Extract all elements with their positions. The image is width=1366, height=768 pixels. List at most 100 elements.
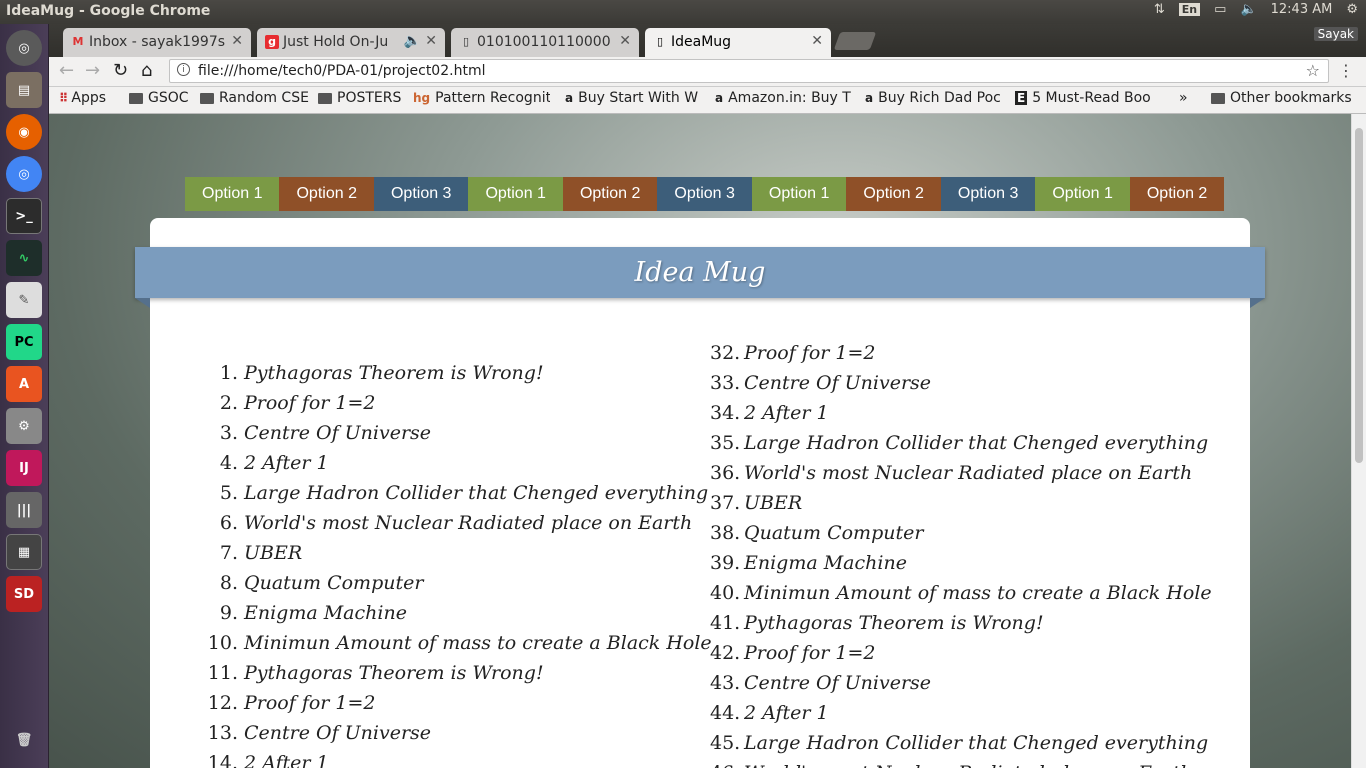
- bookmark-star-icon[interactable]: ☆: [1306, 61, 1320, 80]
- list-item-number: 42.: [710, 642, 741, 664]
- idea-list-right: 32. Proof for 1=2 33. Centre Of Universe 34.…: [710, 338, 1212, 768]
- bookmark-gsoc[interactable]: GSOC: [129, 90, 189, 106]
- tab-label: Just Hold On-Ju: [283, 34, 389, 50]
- bookmarks-bar: ⠿ Apps GSOC Random CSE POSTERS hg Pattern …: [49, 87, 1366, 114]
- nav-option-2[interactable]: Option 2: [279, 177, 374, 211]
- tab-just-hold-on[interactable]: g Just Hold On-Ju 🔈 ✕: [257, 28, 445, 57]
- nav-option-3[interactable]: Option 3: [373, 177, 469, 211]
- bookmark-start-with-why[interactable]: a Buy Start With W: [565, 90, 702, 106]
- sd-card-icon[interactable]: SD: [6, 576, 42, 612]
- browser-chrome: M Inbox - sayak1997s ✕ g Just Hold On-Ju…: [49, 24, 1366, 114]
- list-item-number: 8.: [219, 572, 238, 594]
- bookmark-amazon[interactable]: a Amazon.in: Buy T: [715, 90, 852, 106]
- vertical-scrollbar[interactable]: [1351, 114, 1366, 768]
- list-item-number: 7.: [219, 542, 238, 564]
- profile-button[interactable]: Sayak: [1313, 27, 1358, 41]
- terminal-icon[interactable]: >_: [6, 198, 42, 234]
- list-item: 45. Large Hadron Collider that Chenged ev…: [710, 728, 1212, 758]
- bookmark-random-cse[interactable]: Random CSE: [200, 90, 309, 106]
- bookmark-must-read[interactable]: E 5 Must-Read Boo: [1015, 90, 1153, 106]
- banner-fold-left: [135, 298, 150, 308]
- settings-gear-icon[interactable]: ⚙: [1346, 2, 1358, 17]
- tab-ideamug[interactable]: ▯ IdeaMug ✕: [645, 28, 831, 57]
- bookmark-posters[interactable]: POSTERS: [318, 90, 401, 106]
- address-bar[interactable]: i file:///home/tech0/PDA-01/project02.ht…: [169, 59, 1329, 83]
- info-icon[interactable]: i: [177, 63, 190, 76]
- list-item-number: 34.: [710, 402, 741, 424]
- bookmark-label: Buy Rich Dad Poc: [878, 90, 1001, 106]
- close-tab-icon[interactable]: ✕: [619, 33, 631, 49]
- dash-home-icon[interactable]: ◎: [6, 30, 42, 66]
- system-tray: ⇅ En ▭ 🔈 12:43 AM ⚙: [1154, 2, 1358, 17]
- clock[interactable]: 12:43 AM: [1271, 2, 1333, 17]
- scrollbar-thumb[interactable]: [1355, 128, 1363, 463]
- list-item-text: Minimun Amount of mass to create a Black…: [244, 632, 712, 654]
- nav-option-1[interactable]: Option 1: [185, 177, 280, 211]
- list-item-text: 2 After 1: [244, 452, 329, 474]
- system-monitor-icon[interactable]: ∿: [6, 240, 42, 276]
- reload-icon[interactable]: ↻: [113, 61, 128, 81]
- tab-label: 010100110110000: [477, 34, 611, 50]
- list-item-text: UBER: [744, 492, 803, 514]
- mixer-icon[interactable]: |||: [6, 492, 42, 528]
- battery-icon[interactable]: ▭: [1214, 2, 1226, 17]
- list-item-text: Pythagoras Theorem is Wrong!: [244, 362, 544, 384]
- intellij-icon[interactable]: IJ: [6, 450, 42, 486]
- nav-option-3[interactable]: Option 3: [940, 177, 1036, 211]
- bookmark-apps[interactable]: ⠿ Apps: [59, 90, 106, 106]
- files-icon[interactable]: ▤: [6, 72, 42, 108]
- bookmark-rich-dad[interactable]: a Buy Rich Dad Poc: [865, 90, 1002, 106]
- amazon-icon: a: [865, 91, 874, 105]
- list-item: 6. World's most Nuclear Radiated place on…: [200, 508, 712, 538]
- list-item-number: 43.: [710, 672, 741, 694]
- list-item-number: 6.: [219, 512, 238, 534]
- volume-icon[interactable]: 🔈: [1240, 2, 1256, 17]
- back-arrow-icon[interactable]: ←: [59, 61, 74, 81]
- bookmark-label: Pattern Recognit: [435, 90, 550, 106]
- chrome-icon[interactable]: ◎: [6, 156, 42, 192]
- tab-inbox[interactable]: M Inbox - sayak1997s ✕: [63, 28, 251, 57]
- list-item: 39. Enigma Machine: [710, 548, 1212, 578]
- keyboard-language-indicator[interactable]: En: [1178, 3, 1201, 16]
- new-tab-button[interactable]: [833, 32, 877, 50]
- software-center-icon[interactable]: A: [6, 366, 42, 402]
- list-item-text: Proof for 1=2: [744, 342, 876, 364]
- nav-option-2[interactable]: Option 2: [562, 177, 658, 211]
- nav-option-3[interactable]: Option 3: [657, 177, 752, 211]
- list-item-text: Enigma Machine: [244, 602, 407, 624]
- pycharm-icon[interactable]: PC: [6, 324, 42, 360]
- nav-option-2[interactable]: Option 2: [1129, 177, 1225, 211]
- workspace-switcher-icon[interactable]: ▦: [6, 534, 42, 570]
- bookmark-pattern-recognition[interactable]: hg Pattern Recognit: [413, 90, 550, 106]
- list-item: 40. Minimun Amount of mass to create a Bl…: [710, 578, 1212, 608]
- list-item-number: 5.: [219, 482, 238, 504]
- list-item-number: 2.: [219, 392, 238, 414]
- list-item: 13. Centre Of Universe: [200, 718, 712, 748]
- list-item-number: 39.: [710, 552, 741, 574]
- forward-arrow-icon[interactable]: →: [85, 61, 100, 81]
- apps-grid-icon: ⠿: [59, 91, 68, 105]
- nav-option-2[interactable]: Option 2: [846, 177, 941, 211]
- firefox-icon[interactable]: ◉: [6, 114, 42, 150]
- list-item-text: World's most Nuclear Radiated place on E…: [744, 762, 1192, 768]
- text-editor-icon[interactable]: ✎: [6, 282, 42, 318]
- list-item-text: Large Hadron Collider that Chenged every…: [244, 482, 709, 504]
- system-settings-icon[interactable]: ⚙: [6, 408, 42, 444]
- audio-playing-icon[interactable]: 🔈: [404, 33, 421, 49]
- home-icon[interactable]: ⌂: [141, 61, 152, 81]
- nav-option-1[interactable]: Option 1: [1035, 177, 1130, 211]
- nav-option-1[interactable]: Option 1: [468, 177, 563, 211]
- bookmark-label: Random CSE: [219, 90, 309, 106]
- list-item-number: 40.: [710, 582, 741, 604]
- trash-icon[interactable]: 🗑: [6, 722, 42, 758]
- close-tab-icon[interactable]: ✕: [425, 33, 437, 49]
- tab-binary[interactable]: ▯ 010100110110000 ✕: [451, 28, 639, 57]
- chrome-menu-icon[interactable]: ⋮: [1338, 61, 1354, 80]
- close-tab-icon[interactable]: ✕: [811, 33, 823, 49]
- nav-option-1[interactable]: Option 1: [751, 177, 847, 211]
- list-item-text: Centre Of Universe: [244, 722, 432, 744]
- close-tab-icon[interactable]: ✕: [231, 33, 243, 49]
- network-icon[interactable]: ⇅: [1154, 2, 1165, 17]
- bookmarks-overflow-chevron[interactable]: »: [1179, 90, 1188, 106]
- bookmark-other[interactable]: Other bookmarks: [1211, 90, 1352, 106]
